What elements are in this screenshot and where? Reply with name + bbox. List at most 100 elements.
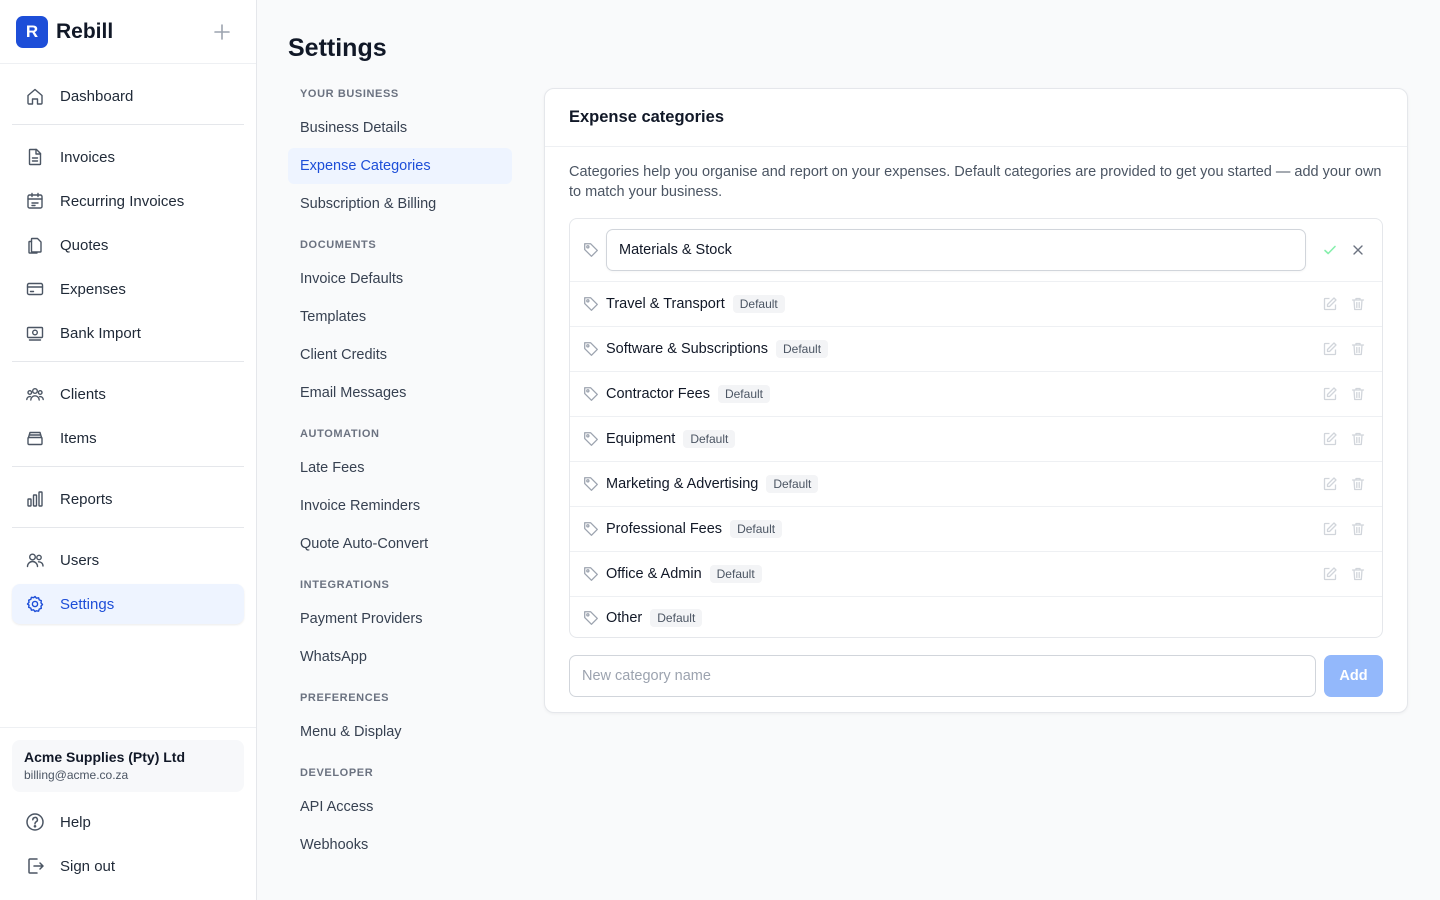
trash-icon[interactable] — [1350, 431, 1366, 447]
trash-icon[interactable] — [1350, 386, 1366, 402]
sidebar-item-label: Recurring Invoices — [60, 192, 185, 210]
edit-icon[interactable] — [1322, 431, 1338, 447]
sidebar-item-recurring-invoices[interactable]: Recurring Invoices — [12, 181, 244, 221]
sidebar-item-items[interactable]: Items — [12, 418, 244, 458]
sidebar-item-reports[interactable]: Reports — [12, 479, 244, 519]
tag-icon — [584, 243, 598, 257]
settings-nav-api-access[interactable]: API Access — [288, 789, 512, 825]
category-name: Office & Admin — [606, 566, 702, 582]
settings-nav-whatsapp[interactable]: WhatsApp — [288, 639, 512, 675]
edit-icon[interactable] — [1322, 341, 1338, 357]
main-nav: Dashboard Invoices Recurring Invoices Quote… — [0, 64, 256, 624]
sidebar-footer: Acme Supplies (Pty) Ltd billing@acme.co.… — [0, 727, 256, 890]
row-actions — [1322, 462, 1366, 506]
edit-icon[interactable] — [1322, 476, 1338, 492]
category-row: Travel & Transport Default — [570, 282, 1382, 327]
sidebar-item-label: Bank Import — [60, 324, 141, 342]
tag-icon — [584, 342, 598, 356]
settings-nav-templates[interactable]: Templates — [288, 299, 512, 335]
edit-icon[interactable] — [1322, 386, 1338, 402]
sidebar-item-label: Settings — [60, 595, 115, 613]
users-icon — [24, 383, 46, 405]
sidebar-item-quotes[interactable]: Quotes — [12, 225, 244, 265]
settings-section: AUTOMATION Late Fees Invoice Reminders Quot… — [288, 428, 512, 562]
help-link[interactable]: Help — [12, 802, 244, 842]
help-label: Help — [60, 813, 91, 831]
category-name: Software & Subscriptions — [606, 341, 768, 357]
settings-section-title: INTEGRATIONS — [300, 579, 390, 591]
bar-chart-icon — [24, 488, 46, 510]
settings-nav-expense-categories[interactable]: Expense Categories — [288, 148, 512, 184]
row-actions — [1322, 507, 1366, 551]
settings-section-title: DEVELOPER — [300, 767, 374, 779]
default-badge: Default — [766, 475, 819, 493]
check-icon[interactable] — [1322, 242, 1338, 258]
sidebar-item-label: Dashboard — [60, 87, 134, 105]
sidebar-item-bank-import[interactable]: Bank Import — [12, 313, 244, 353]
settings-nav-webhooks[interactable]: Webhooks — [288, 827, 512, 863]
settings-nav-payment-providers[interactable]: Payment Providers — [288, 601, 512, 637]
add-category-button[interactable]: Add — [1324, 655, 1383, 697]
settings-section: DEVELOPER API Access Webhooks — [288, 767, 512, 863]
page-title: Settings — [288, 34, 387, 62]
settings-nav-quote-auto-convert[interactable]: Quote Auto-Convert — [288, 526, 512, 562]
account-card[interactable]: Acme Supplies (Pty) Ltd billing@acme.co.… — [12, 740, 244, 792]
category-row: Equipment Default — [570, 417, 1382, 462]
settings-nav-business-details[interactable]: Business Details — [288, 110, 512, 146]
sidebar-item-users[interactable]: Users — [12, 540, 244, 580]
nav-divider — [12, 466, 244, 467]
settings-section: DOCUMENTS Invoice Defaults Templates Client… — [288, 239, 512, 411]
trash-icon[interactable] — [1350, 521, 1366, 537]
nav-divider — [12, 124, 244, 125]
card-title: Expense categories — [569, 108, 724, 126]
edit-actions — [1322, 219, 1366, 281]
new-category-input[interactable] — [569, 655, 1316, 697]
settings-section: PREFERENCES Menu & Display — [288, 692, 512, 750]
sidebar-item-settings[interactable]: Settings — [12, 584, 244, 624]
logo[interactable]: R — [16, 15, 48, 48]
settings-nav-menu-display[interactable]: Menu & Display — [288, 714, 512, 750]
default-badge: Default — [650, 608, 703, 627]
category-name: Marketing & Advertising — [606, 476, 759, 492]
default-badge: Default — [732, 295, 785, 313]
sidebar-item-clients[interactable]: Clients — [12, 374, 244, 414]
close-icon[interactable] — [1350, 242, 1366, 258]
tag-icon — [584, 387, 598, 401]
user-group-icon — [24, 549, 46, 571]
plus-icon[interactable] — [212, 22, 232, 42]
edit-icon[interactable] — [1322, 566, 1338, 582]
settings-nav-invoice-reminders[interactable]: Invoice Reminders — [288, 488, 512, 524]
trash-icon[interactable] — [1350, 566, 1366, 582]
edit-icon[interactable] — [1322, 296, 1338, 312]
sign-out-link[interactable]: Sign out — [12, 846, 244, 886]
edit-icon[interactable] — [1322, 521, 1338, 537]
settings-nav-client-credits[interactable]: Client Credits — [288, 337, 512, 373]
sidebar-item-label: Invoices — [60, 148, 116, 166]
trash-icon[interactable] — [1350, 341, 1366, 357]
tag-icon — [584, 567, 598, 581]
category-row: Professional Fees Default — [570, 507, 1382, 552]
settings-section-title: AUTOMATION — [300, 428, 380, 440]
category-name: Travel & Transport — [606, 296, 725, 312]
brand-name: Rebill — [56, 19, 114, 43]
settings-nav-invoice-defaults[interactable]: Invoice Defaults — [288, 261, 512, 297]
archive-icon — [24, 427, 46, 449]
trash-icon[interactable] — [1350, 296, 1366, 312]
sidebar-item-expenses[interactable]: Expenses — [12, 269, 244, 309]
sidebar-item-label: Reports — [60, 490, 113, 508]
gear-icon — [24, 593, 46, 615]
settings-nav-email-messages[interactable]: Email Messages — [288, 375, 512, 411]
sidebar-item-dashboard[interactable]: Dashboard — [12, 76, 244, 116]
tag-icon — [584, 432, 598, 446]
account-name: Acme Supplies (Pty) Ltd — [24, 749, 186, 765]
settings-section-title: DOCUMENTS — [300, 239, 377, 251]
settings-nav-late-fees[interactable]: Late Fees — [288, 450, 512, 486]
copy-icon — [24, 234, 46, 256]
row-actions — [1322, 372, 1366, 416]
default-badge: Default — [683, 430, 736, 448]
category-edit-input[interactable] — [606, 229, 1306, 271]
sidebar-item-invoices[interactable]: Invoices — [12, 137, 244, 177]
settings-section: INTEGRATIONS Payment Providers WhatsApp — [288, 579, 512, 675]
trash-icon[interactable] — [1350, 476, 1366, 492]
settings-nav-subscription-billing[interactable]: Subscription & Billing — [288, 186, 512, 222]
